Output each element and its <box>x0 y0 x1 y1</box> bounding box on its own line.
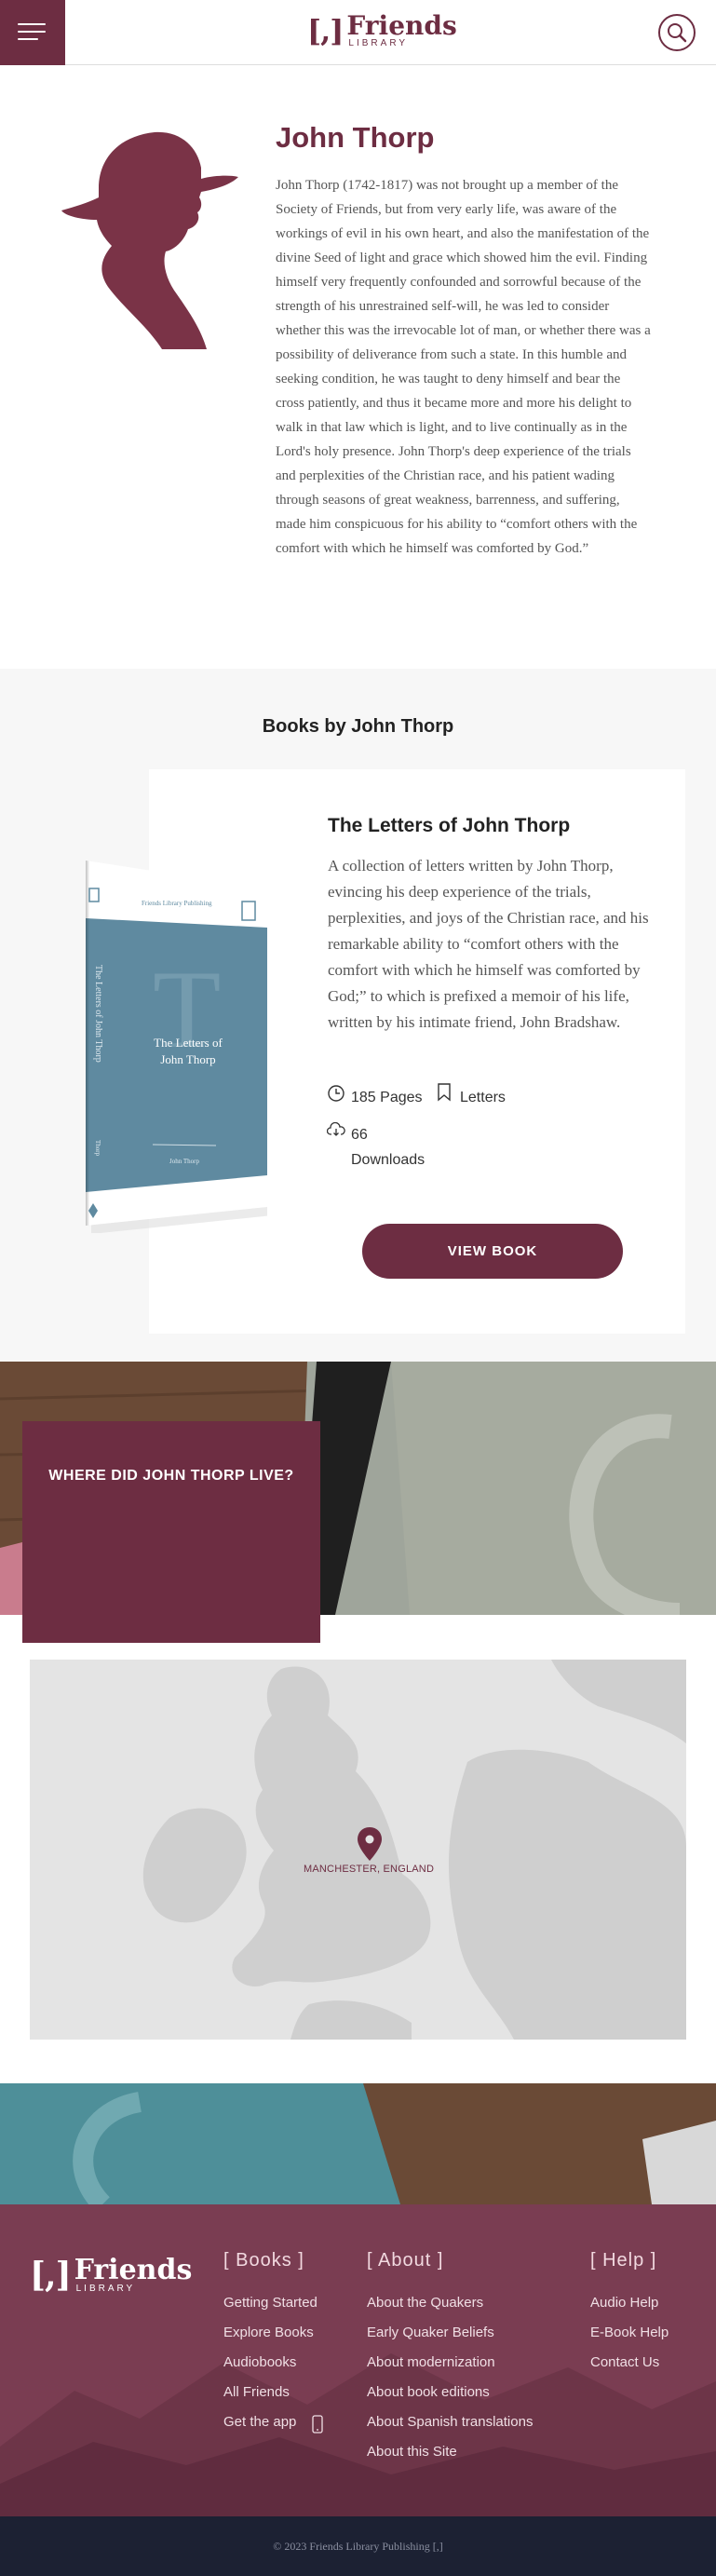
cover-spine: The Letters of John Thorp <box>93 965 103 1063</box>
search-icon <box>668 23 687 43</box>
cover-publisher: Friends Library Publishing <box>142 900 212 907</box>
book-downloads-count: 66 <box>351 1127 368 1143</box>
footer-link-about-site[interactable]: About this Site <box>367 2444 457 2460</box>
map-pin-icon <box>358 1827 382 1861</box>
menu-button[interactable] <box>0 0 65 65</box>
hamburger-icon-line <box>18 31 46 33</box>
footer-help-heading: [ Help ] <box>590 2250 657 2271</box>
footer-link-audiobooks[interactable]: Audiobooks <box>223 2354 296 2370</box>
search-button[interactable] <box>658 14 696 51</box>
footer-link-audio-help[interactable]: Audio Help <box>590 2295 658 2311</box>
book-tag: Letters <box>460 1090 506 1105</box>
site-logo[interactable]: [,] Friends LIBRARY <box>307 13 457 48</box>
location-heading: WHERE DID JOHN THORP LIVE? <box>48 1468 294 1484</box>
book-title[interactable]: The Letters of John Thorp <box>328 815 570 837</box>
logo-word: Friends <box>346 10 457 41</box>
footer-link-spanish-translations[interactable]: About Spanish translations <box>367 2414 533 2430</box>
footer-logo-sub: LIBRARY <box>75 2284 136 2294</box>
view-book-button[interactable]: VIEW BOOK <box>362 1224 623 1279</box>
footer-link-modernization[interactable]: About modernization <box>367 2354 495 2370</box>
author-name: John Thorp <box>276 121 435 154</box>
footer-logo-mark: [,] <box>30 2256 72 2295</box>
footer-link-about-quakers[interactable]: About the Quakers <box>367 2295 483 2311</box>
copyright: © 2023 Friends Library Publishing [,] <box>0 2516 716 2576</box>
hamburger-icon-line <box>18 38 38 40</box>
book-downloads-label: Downloads <box>351 1152 426 1168</box>
book-cover[interactable]: T The Letters of John Thorp Friends Libr… <box>86 861 273 1234</box>
location-map[interactable] <box>30 1660 686 2040</box>
author-silhouette <box>61 131 238 349</box>
footer-logo-word: Friends <box>74 2254 193 2286</box>
footer-link-explore-books[interactable]: Explore Books <box>223 2325 314 2340</box>
decorative-photo <box>0 2083 716 2204</box>
footer-link-get-the-app[interactable]: Get the app <box>223 2414 296 2430</box>
book-pages: 185 Pages <box>351 1090 423 1105</box>
footer-link-ebook-help[interactable]: E-Book Help <box>590 2325 669 2340</box>
tag-icon <box>438 1083 451 1102</box>
footer-about-heading: [ About ] <box>367 2250 444 2271</box>
site-footer: [,] Friends LIBRARY [ Books ] Getting St… <box>0 2204 716 2516</box>
download-icon <box>327 1122 345 1136</box>
footer-logo[interactable]: [,] Friends LIBRARY <box>30 2257 192 2294</box>
map-location-label: MANCHESTER, ENGLAND <box>304 1864 435 1875</box>
footer-link-contact[interactable]: Contact Us <box>590 2354 659 2370</box>
book-cover-art: T The Letters of John Thorp Friends Libr… <box>86 861 273 1234</box>
footer-books-heading: [ Books ] <box>223 2250 304 2271</box>
cover-author: John Thorp <box>169 1158 199 1165</box>
logo-sub: LIBRARY <box>348 38 409 48</box>
footer-link-book-editions[interactable]: About book editions <box>367 2384 490 2400</box>
hamburger-icon <box>18 23 46 25</box>
footer-link-all-friends[interactable]: All Friends <box>223 2384 290 2400</box>
author-bio: John Thorp (1742-1817) was not brought u… <box>276 178 651 556</box>
cover-spine-author: Thorp <box>94 1140 101 1157</box>
book-description: A collection of letters written by John … <box>328 857 649 1031</box>
footer-link-getting-started[interactable]: Getting Started <box>223 2295 317 2311</box>
pages-icon <box>328 1085 344 1102</box>
cover-title-line2: John Thorp <box>160 1052 215 1066</box>
location-box: WHERE DID JOHN THORP LIVE? <box>22 1421 320 1643</box>
books-heading: Books by John Thorp <box>262 716 454 737</box>
phone-icon <box>312 2415 323 2434</box>
logo-mark: [,] <box>307 13 344 48</box>
footer-link-early-beliefs[interactable]: Early Quaker Beliefs <box>367 2325 494 2340</box>
cover-title-line1: The Letters of <box>154 1036 223 1050</box>
site-header: [,] Friends LIBRARY <box>0 0 716 65</box>
